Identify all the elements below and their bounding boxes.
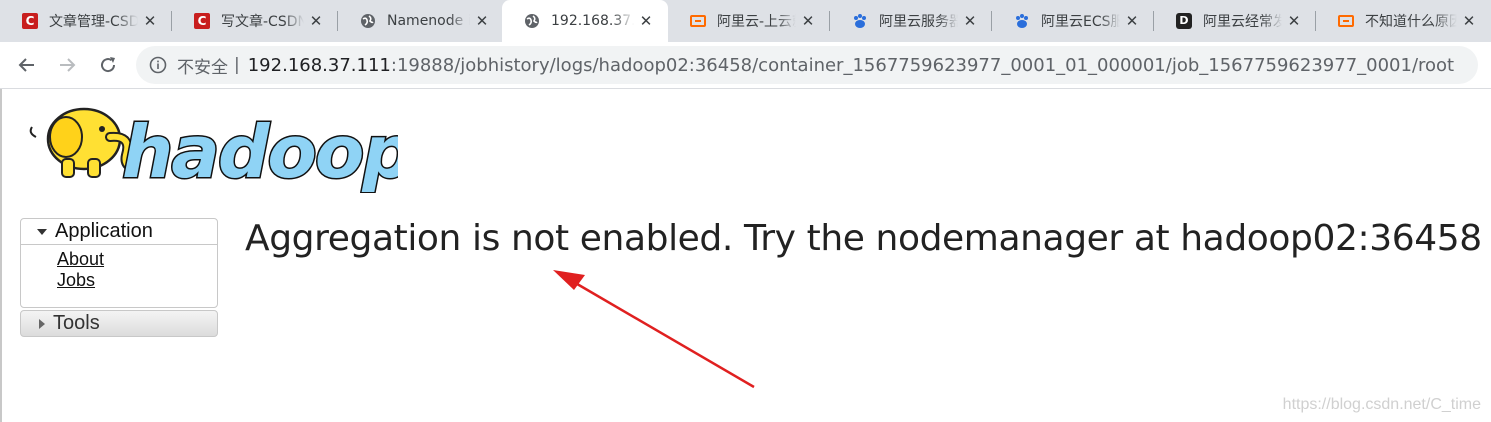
close-icon[interactable]: ✕: [1286, 12, 1302, 30]
browser-toolbar: 不安全 | 192.168.37.111:19888/jobhistory/lo…: [0, 42, 1491, 89]
jobs-link[interactable]: Jobs: [57, 270, 217, 291]
close-icon[interactable]: ✕: [1461, 12, 1477, 30]
tab-title: 阿里云经常发邮件: [1203, 14, 1282, 30]
tools-label: Tools: [53, 312, 100, 334]
hadoop-logo: hadoop: [29, 107, 398, 193]
forward-button[interactable]: [52, 50, 82, 80]
url-path: :19888/jobhistory/logs/hadoop02:36458/co…: [390, 54, 1455, 76]
reload-button[interactable]: [93, 50, 123, 80]
tab-aliyun-email[interactable]: D 阿里云经常发邮件 ✕: [1154, 0, 1316, 42]
page-content: hadoop Application About Jobs Tools Aggr…: [0, 89, 1491, 422]
close-icon[interactable]: ✕: [142, 12, 158, 30]
tab-title: 阿里云-上云就上阿里云: [717, 14, 796, 30]
aliyun-icon: [690, 13, 706, 29]
info-icon[interactable]: [149, 56, 167, 74]
close-icon[interactable]: ✕: [638, 12, 654, 30]
tab-title: 写文章-CSDN博客: [221, 14, 304, 30]
tab-strip: C 文章管理-CSDN博客 ✕ C 写文章-CSDN博客 ✕ Namenode …: [0, 0, 1491, 42]
about-link[interactable]: About: [57, 249, 217, 270]
close-icon[interactable]: ✕: [962, 12, 978, 30]
reload-icon: [101, 57, 116, 73]
back-button[interactable]: [12, 50, 42, 80]
aliyun-icon: [1338, 13, 1354, 29]
tab-namenode[interactable]: Namenode information ✕: [338, 0, 504, 42]
tab-title: 阿里云服务器: [879, 14, 958, 30]
not-secure-label[interactable]: 不安全: [177, 53, 228, 78]
back-arrow-icon: [18, 58, 34, 72]
tab-aliyun-server[interactable]: 阿里云服务器 ✕: [830, 0, 992, 42]
tab-title: 阿里云ECS服务器: [1041, 14, 1120, 30]
tab-write-article[interactable]: C 写文章-CSDN博客 ✕: [172, 0, 338, 42]
collapse-triangle-icon: [37, 228, 47, 235]
tab-article-management[interactable]: C 文章管理-CSDN博客 ✕: [0, 0, 172, 42]
application-header[interactable]: Application: [21, 219, 217, 245]
close-icon[interactable]: ✕: [800, 12, 816, 30]
url-host: 192.168.37.111: [247, 54, 391, 76]
baidu-paw-icon: [1014, 13, 1030, 29]
baidu-paw-icon: [852, 13, 868, 29]
tab-title: 文章管理-CSDN博客: [49, 14, 138, 30]
url-text[interactable]: 192.168.37.111:19888/jobhistory/logs/had…: [248, 55, 1454, 76]
tab-jobhistory[interactable]: 192.168.37.111:19888 ✕: [502, 0, 668, 42]
tab-title: Namenode information: [387, 13, 470, 29]
svg-text:hadoop: hadoop: [122, 110, 398, 193]
aggregation-message: Aggregation is not enabled. Try the node…: [245, 218, 1482, 259]
tools-menu[interactable]: Tools: [20, 310, 218, 337]
globe-icon: [524, 13, 540, 29]
application-label: Application: [55, 220, 153, 242]
d-icon: D: [1176, 13, 1192, 29]
expand-triangle-icon: [39, 318, 45, 329]
csdn-icon: C: [22, 13, 38, 29]
tab-unknown-reason[interactable]: 不知道什么原因 ✕: [1316, 0, 1491, 42]
globe-icon: [360, 13, 376, 29]
watermark: https://blog.csdn.net/C_time: [1282, 396, 1481, 413]
close-icon[interactable]: ✕: [1124, 12, 1140, 30]
tab-title: 192.168.37.111:19888: [551, 13, 634, 29]
close-icon[interactable]: ✕: [474, 12, 490, 30]
forward-arrow-icon: [60, 58, 76, 72]
tab-title: 不知道什么原因: [1365, 14, 1457, 30]
address-bar[interactable]: 不安全 | 192.168.37.111:19888/jobhistory/lo…: [136, 46, 1478, 84]
close-icon[interactable]: ✕: [308, 12, 324, 30]
separator: |: [234, 55, 240, 75]
tab-aliyun-ecs[interactable]: 阿里云ECS服务器 ✕: [992, 0, 1154, 42]
csdn-icon: C: [194, 13, 210, 29]
tab-aliyun-1[interactable]: 阿里云-上云就上阿里云 ✕: [668, 0, 830, 42]
application-menu: Application About Jobs: [20, 218, 218, 308]
